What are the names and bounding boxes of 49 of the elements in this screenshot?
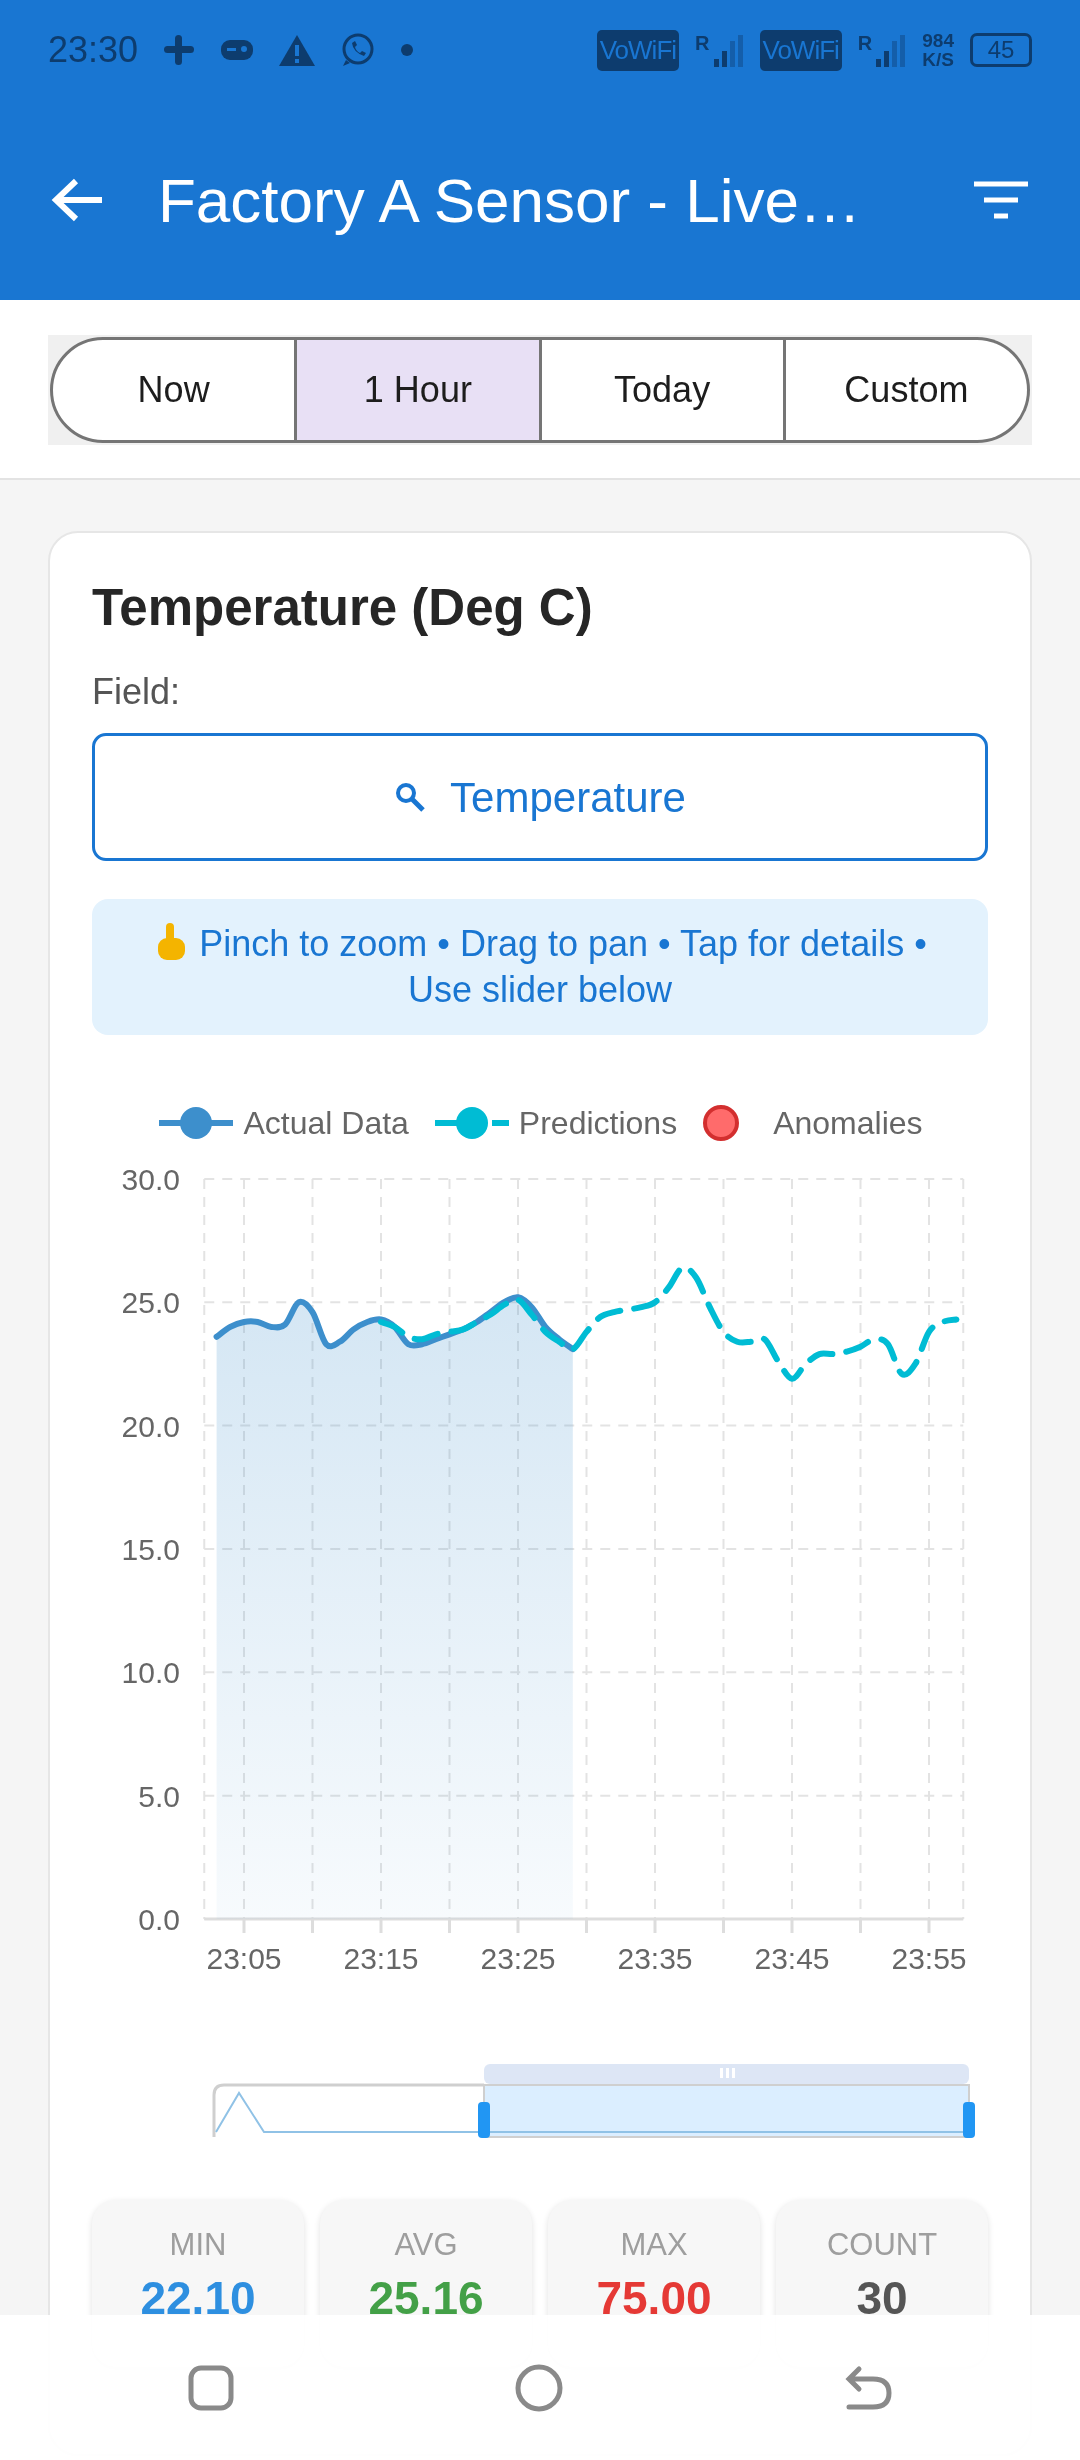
stat-label: AVG [393,2226,459,2264]
y-axis-label: 0.0 [138,1903,180,1936]
card-title: Temperature (Deg C) [92,578,594,638]
range-handle[interactable] [478,2102,490,2138]
home-icon[interactable] [514,2362,564,2413]
y-axis-label: 5.0 [138,1779,180,1813]
stat-label: COUNT [825,2226,939,2264]
speed-unit: K/S [922,50,954,69]
x-axis-label: 23:35 [617,1942,693,1975]
range-tab[interactable]: Custom [785,337,1030,443]
legend-label: Anomalies [773,1104,923,1143]
y-axis-label: 30.0 [121,1162,180,1196]
stat-value: 75.00 [595,2270,713,2326]
recent-apps-icon[interactable] [187,2363,236,2412]
range-handle[interactable] [963,2102,975,2138]
range-tab[interactable]: 1 Hour [297,337,542,443]
vowifi-badge: VoWiFi [759,29,842,71]
legend-label: Actual Data [243,1104,409,1143]
y-axis-label: 20.0 [121,1409,180,1443]
stat-value: 22.10 [139,2270,257,2326]
range-tab[interactable]: Today [541,337,786,443]
battery-indicator: 45 [970,33,1032,67]
speed-value: 984 [922,31,954,50]
x-axis-label: 23:55 [891,1942,967,1975]
field-label: Field: [92,670,182,714]
notification-dot-icon [400,43,415,57]
roaming-label: R [695,33,710,53]
roaming-label: R [857,33,873,53]
y-axis-label: 25.0 [121,1286,180,1320]
hint-text: Pinch to zoom • Drag to pan • Tap for details • Use slider below [199,923,927,1010]
status-time: 23:30 [48,28,139,72]
x-axis-label: 23:25 [480,1942,556,1975]
stat-value: 30 [855,2270,909,2326]
x-axis-label: 23:15 [343,1942,419,1975]
range-tab[interactable]: Now [50,337,298,443]
field-selector[interactable]: Temperature [92,733,988,861]
gamepad-icon [220,37,255,63]
search-icon [394,781,427,813]
x-axis-label: 23:05 [206,1942,282,1975]
screen-title: Factory A Sensor - Live… [158,164,861,237]
stat-value: 25.16 [367,2270,485,2326]
y-axis-label: 15.0 [121,1532,180,1566]
x-axis-label: 23:45 [754,1942,830,1975]
stat-label: MAX [619,2226,689,2264]
vowifi-badge: VoWiFi [596,29,680,71]
y-axis-label: 10.0 [121,1656,180,1690]
stat-label: MIN [168,2226,228,2264]
legend-label: Predictions [518,1104,678,1143]
warning-icon [278,33,317,67]
